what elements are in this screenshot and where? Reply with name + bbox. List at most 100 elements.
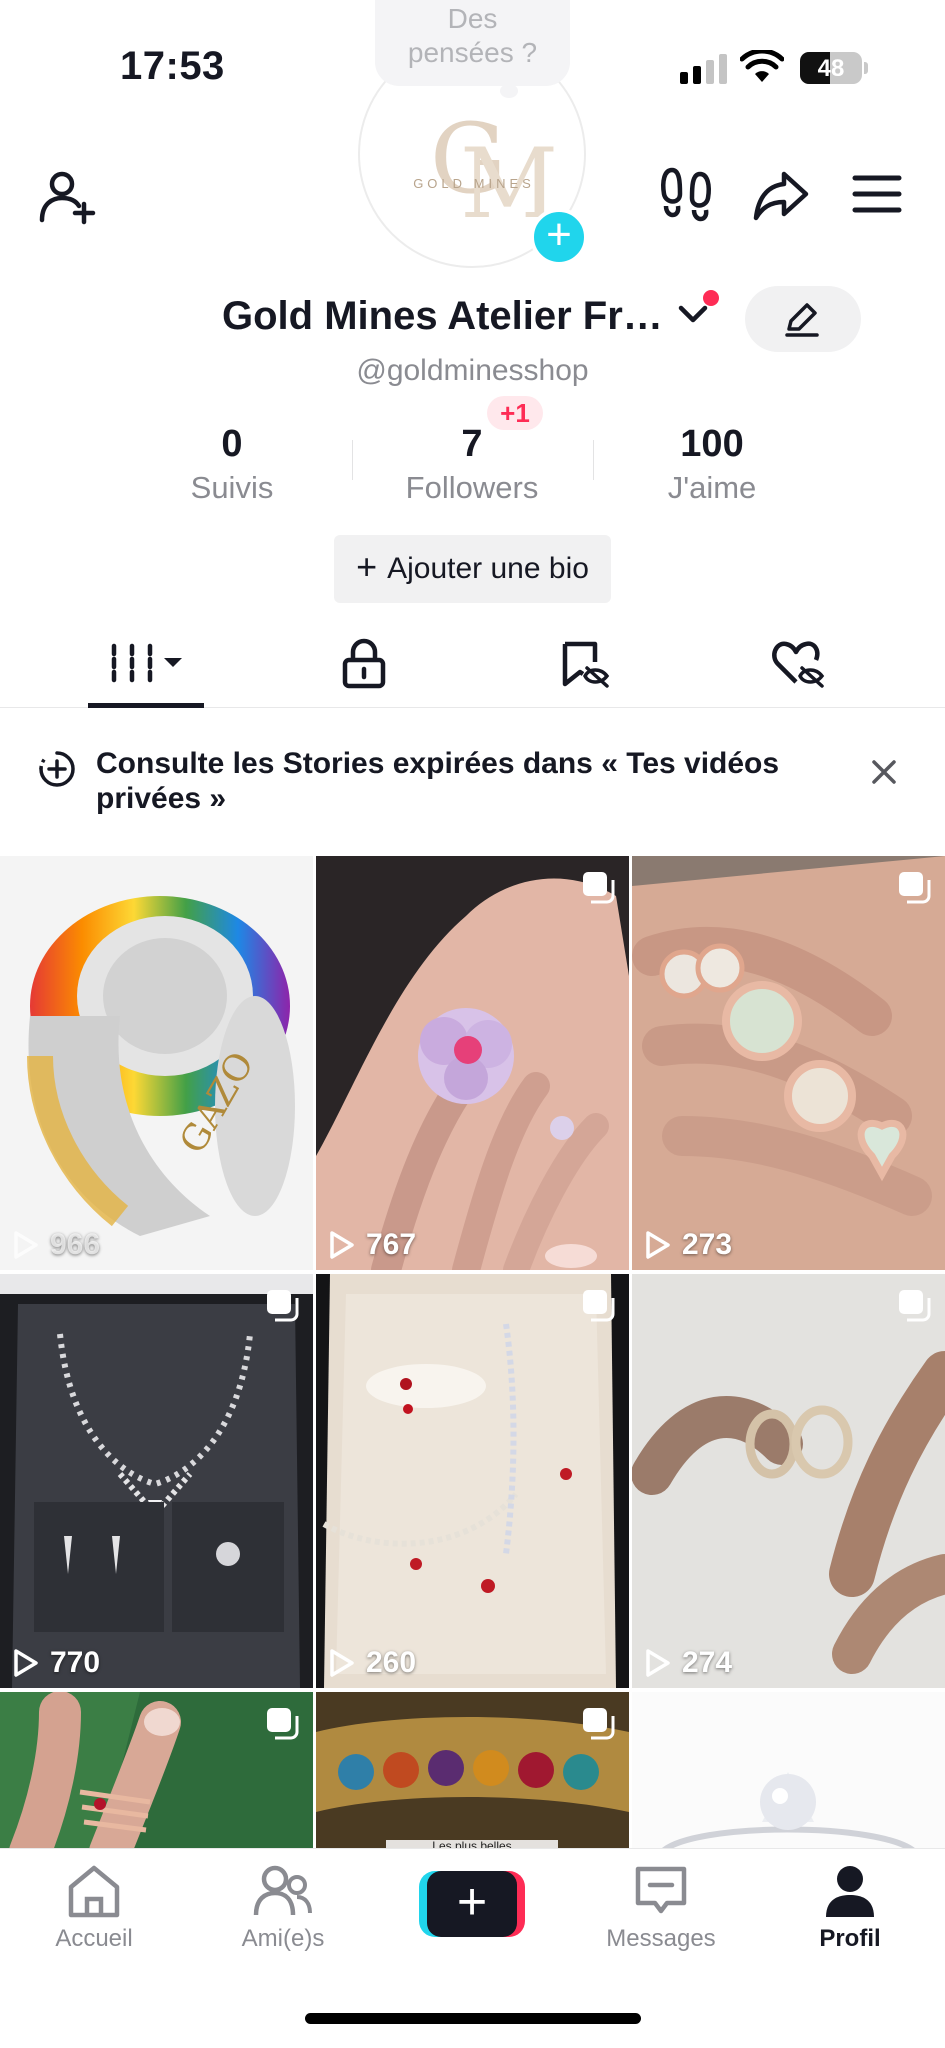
thought-bubble-tail <box>500 84 518 98</box>
multi-photo-icon <box>267 1708 299 1740</box>
stat-following[interactable]: 0 Suivis <box>122 420 342 508</box>
stat-likes[interactable]: 100 J'aime <box>602 420 822 508</box>
tab-reposts[interactable] <box>524 620 644 708</box>
video-tile[interactable]: Les plus belles <box>316 1692 629 1848</box>
stat-divider <box>352 440 353 480</box>
plus-icon: + <box>356 546 378 587</box>
battery-level: 48 <box>817 55 845 82</box>
grid-icon <box>111 643 182 683</box>
heart-hidden-icon <box>772 641 825 688</box>
video-tile[interactable] <box>0 1692 313 1848</box>
tab-videos[interactable] <box>86 620 206 708</box>
video-tile[interactable]: 770 <box>0 1274 313 1688</box>
create-button[interactable]: + <box>419 1871 525 1937</box>
view-count: 767 <box>328 1228 416 1262</box>
home-icon <box>68 1865 120 1918</box>
profile-handle: @goldminesshop <box>356 354 589 387</box>
stat-likes-value: 100 <box>680 423 744 465</box>
view-count-value: 273 <box>682 1228 733 1261</box>
nav-home[interactable]: Accueil <box>19 1863 169 1953</box>
play-icon <box>330 1231 354 1259</box>
battery-icon: 48 <box>800 52 862 84</box>
new-followers-badge: +1 <box>487 396 543 430</box>
video-thumbnail <box>316 856 629 1270</box>
stat-following-label: Suivis <box>190 470 274 505</box>
bookmark-hidden-icon <box>562 641 610 688</box>
video-tile[interactable]: 274 <box>632 1274 945 1688</box>
video-thumbnail <box>632 1692 945 1848</box>
stories-banner-text: Consulte les Stories expirées dans « Tes… <box>96 747 780 815</box>
stat-following-value: 0 <box>221 423 243 465</box>
video-thumbnail: GAZO <box>0 856 313 1270</box>
chevron-down-icon <box>678 305 708 323</box>
add-story-button[interactable]: + <box>530 208 588 266</box>
plus-icon: + <box>427 1871 517 1937</box>
close-icon[interactable] <box>870 758 898 786</box>
nav-friends[interactable]: Ami(e)s <box>208 1863 358 1953</box>
video-tile[interactable]: 767 <box>316 856 629 1270</box>
video-thumbnail <box>632 856 945 1270</box>
footprints-icon[interactable] <box>658 166 714 224</box>
thought-line-1: Des <box>447 3 498 34</box>
view-count-value: 260 <box>366 1646 417 1679</box>
video-tile[interactable]: GAZO 966 <box>0 856 313 1270</box>
nav-messages[interactable]: Messages <box>586 1863 736 1953</box>
thought-bubble[interactable]: Des pensées ? <box>375 0 570 86</box>
multi-photo-icon <box>583 872 615 904</box>
video-caption: Les plus belles <box>432 1839 511 1848</box>
pencil-icon <box>785 303 819 337</box>
nav-messages-label: Messages <box>606 1925 716 1952</box>
stat-followers-label: Followers <box>405 470 539 505</box>
video-thumbnail <box>0 1274 313 1688</box>
view-count: 966 <box>12 1228 100 1262</box>
video-tile[interactable]: 273 <box>632 856 945 1270</box>
multi-photo-icon <box>583 1290 615 1322</box>
edit-profile-button[interactable] <box>745 286 861 352</box>
menu-icon[interactable] <box>852 174 902 214</box>
notification-dot <box>703 290 719 306</box>
nav-profile[interactable]: Profil <box>775 1863 925 1953</box>
add-bio-label: Ajouter une bio <box>387 552 589 585</box>
nav-friends-label: Ami(e)s <box>241 1925 325 1952</box>
video-thumbnail <box>632 1274 945 1688</box>
status-time: 17:53 <box>120 44 225 88</box>
messages-icon <box>635 1866 687 1914</box>
nav-home-label: Accueil <box>55 1925 133 1952</box>
tab-private[interactable] <box>304 620 424 708</box>
multi-photo-icon <box>899 872 931 904</box>
view-count: 770 <box>12 1646 100 1680</box>
avatar-logo-text: GOLD MINES <box>413 176 535 191</box>
play-icon <box>14 1649 38 1677</box>
play-icon <box>646 1649 670 1677</box>
view-count-value: 767 <box>366 1228 417 1261</box>
profile-tabs <box>0 620 945 708</box>
thought-line-2: pensées ? <box>407 37 538 68</box>
multi-photo-icon <box>899 1290 931 1322</box>
story-icon <box>39 751 75 787</box>
view-count-value: 966 <box>50 1228 101 1261</box>
stories-banner[interactable]: Consulte les Stories expirées dans « Tes… <box>0 710 945 852</box>
stat-likes-label: J'aime <box>667 470 757 505</box>
nav-profile-label: Profil <box>819 1925 881 1952</box>
cellular-signal-icon <box>680 52 727 84</box>
view-count: 260 <box>328 1646 416 1680</box>
share-icon[interactable] <box>752 170 810 222</box>
profile-stats: 0 Suivis 7 Followers 100 J'aime <box>0 420 945 510</box>
stat-followers-value: 7 <box>461 423 483 465</box>
friends-icon <box>253 1865 312 1916</box>
video-tile[interactable] <box>632 1692 945 1848</box>
video-grid: GAZO 966 767 273 770 260 274 Les plus be… <box>0 856 945 1848</box>
stat-divider <box>593 440 594 480</box>
view-count: 274 <box>644 1646 732 1680</box>
tab-liked[interactable] <box>738 620 858 708</box>
stat-followers[interactable]: 7 Followers <box>362 420 582 508</box>
active-tab-indicator <box>88 703 204 708</box>
video-tile[interactable]: 260 <box>316 1274 629 1688</box>
add-bio-button[interactable]: + Ajouter une bio <box>334 535 611 603</box>
add-friend-icon[interactable] <box>38 166 98 226</box>
view-count: 273 <box>644 1228 732 1262</box>
view-count-value: 770 <box>50 1646 101 1679</box>
play-icon <box>646 1231 670 1259</box>
home-indicator <box>305 2013 641 2024</box>
profile-icon <box>826 1866 874 1917</box>
